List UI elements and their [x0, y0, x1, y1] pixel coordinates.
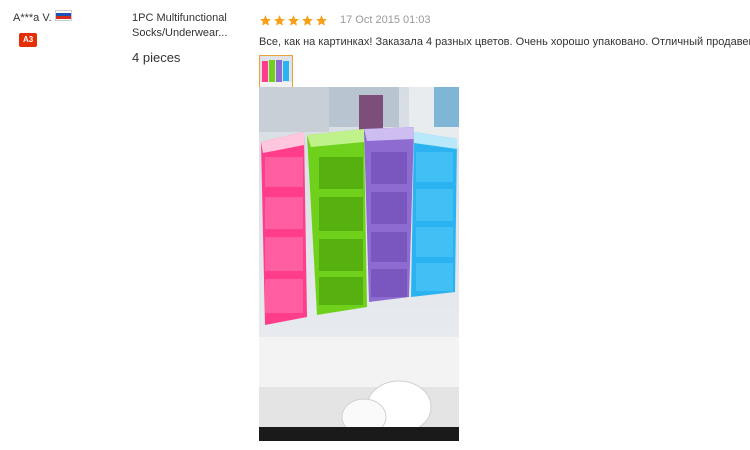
product-name[interactable]: 1PC Multifunctional Socks/Underwear...	[132, 11, 242, 41]
star-icon	[260, 14, 271, 26]
review-content: 17 Oct 2015 01:03 Все, как на картинках!…	[259, 12, 750, 89]
reviewer-name-row: A***a V.	[13, 9, 123, 24]
product-quantity: 4 pieces	[132, 50, 181, 65]
star-icon	[302, 14, 313, 26]
review-header: 17 Oct 2015 01:03	[259, 12, 749, 28]
photo-thumbnail[interactable]	[259, 55, 293, 89]
star-icon	[274, 14, 285, 26]
review-date: 17 Oct 2015 01:03	[340, 14, 431, 26]
reviewer-name: A***a V.	[13, 12, 52, 24]
russia-flag-icon	[54, 9, 72, 21]
star-rating	[259, 14, 328, 27]
product-info: 1PC Multifunctional Socks/Underwear... 4…	[132, 11, 242, 65]
star-icon	[288, 14, 299, 26]
buyer-level-badge: A3	[19, 33, 38, 47]
review-photo[interactable]	[259, 87, 459, 441]
reviewer-info: A***a V. A3	[13, 9, 123, 47]
product-name-line2: Socks/Underwear...	[132, 27, 228, 39]
review-text: Все, как на картинках! Заказала 4 разных…	[259, 36, 750, 48]
review-photo-organizers	[259, 87, 459, 441]
thumbnail-image	[260, 56, 292, 88]
star-icon	[316, 14, 327, 26]
product-name-line1: 1PC Multifunctional	[132, 12, 227, 24]
